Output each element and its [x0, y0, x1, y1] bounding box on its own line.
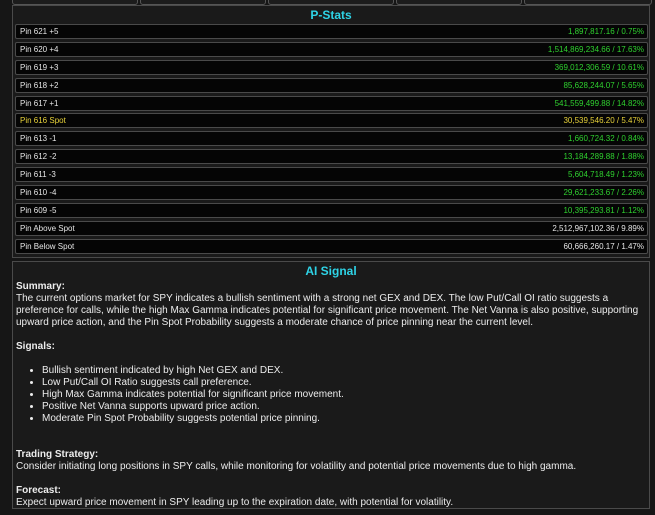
- pin-label: Pin 617 +1: [20, 98, 59, 108]
- pin-value: 1,514,869,234.66 / 17.63%: [547, 44, 644, 54]
- pin-value: 2,512,967,102.36 / 9.89%: [552, 223, 644, 233]
- pin-row: Pin 621 +5 1,897,817.16 / 0.75%: [15, 24, 648, 39]
- signal-item: Positive Net Vanna supports upward price…: [42, 401, 646, 413]
- pin-row: Pin 619 +3 369,012,306.59 / 10.61%: [15, 59, 648, 75]
- pin-label: Pin 616 Spot: [20, 116, 66, 126]
- signal-item: High Max Gamma indicates potential for s…: [42, 389, 646, 401]
- pin-label: Pin Below Spot: [20, 241, 75, 251]
- ai-signal-body: Summary: The current options market for …: [16, 281, 646, 509]
- pin-value: 5,604,718.49 / 1.23%: [567, 170, 644, 180]
- pstats-panel: P-Stats Pin 621 +5 1,897,817.16 / 0.75% P…: [12, 5, 650, 258]
- pin-row: Pin 613 -1 1,660,724.32 / 0.84%: [15, 131, 648, 147]
- pin-value: 1,660,724.32 / 0.84%: [567, 134, 644, 144]
- summary-heading: Summary:: [16, 281, 65, 292]
- strategy-heading: Trading Strategy:: [16, 449, 99, 460]
- pin-label: Pin 612 -2: [20, 152, 57, 162]
- pin-row: Pin 620 +4 1,514,869,234.66 / 17.63%: [15, 41, 648, 57]
- pin-label: Pin Above Spot: [20, 223, 75, 233]
- pin-value: 85,628,244.07 / 5.65%: [563, 80, 644, 90]
- pin-row: Pin 611 -3 5,604,718.49 / 1.23%: [15, 167, 648, 183]
- pin-label: Pin 621 +5: [20, 27, 59, 36]
- forecast-text: Expect upward price movement in SPY lead…: [16, 497, 454, 508]
- signal-item: Low Put/Call OI Ratio suggests call pref…: [42, 377, 646, 389]
- pin-below-row: Pin Below Spot 60,666,260.17 / 1.47%: [15, 238, 648, 254]
- pin-above-row: Pin Above Spot 2,512,967,102.36 / 9.89%: [15, 220, 648, 236]
- pin-row: Pin 618 +2 85,628,244.07 / 5.65%: [15, 77, 648, 93]
- top-tab-strip: [0, 0, 655, 5]
- pin-label: Pin 611 -3: [20, 170, 56, 180]
- pin-value: 369,012,306.59 / 10.61%: [554, 62, 644, 72]
- strategy-text: Consider initiating long positions in SP…: [16, 461, 577, 472]
- signals-heading: Signals:: [16, 341, 55, 352]
- pin-label: Pin 609 -5: [20, 205, 57, 215]
- forecast-heading: Forecast:: [16, 485, 62, 496]
- pstats-title: P-Stats: [310, 8, 352, 22]
- summary-text: The current options market for SPY indic…: [16, 293, 639, 328]
- pstats-rows: Pin 621 +5 1,897,817.16 / 0.75% Pin 620 +…: [15, 24, 648, 257]
- pin-value: 30,539,546.20 / 5.47%: [563, 116, 644, 126]
- pin-label: Pin 610 -4: [20, 188, 57, 198]
- pin-value: 13,184,289.88 / 1.88%: [563, 152, 644, 162]
- pin-value: 10,395,293.81 / 1.12%: [563, 205, 644, 215]
- pin-label: Pin 619 +3: [20, 62, 59, 72]
- signals-list: Bullish sentiment indicated by high Net …: [16, 365, 646, 425]
- pin-spot-row: Pin 616 Spot 30,539,546.20 / 5.47%: [15, 113, 648, 129]
- pin-row: Pin 610 -4 29,621,233.67 / 2.26%: [15, 185, 648, 201]
- pin-row: Pin 609 -5 10,395,293.81 / 1.12%: [15, 202, 648, 218]
- pin-value: 29,621,233.67 / 2.26%: [563, 188, 644, 198]
- pin-row: Pin 612 -2 13,184,289.88 / 1.88%: [15, 149, 648, 165]
- signal-item: Moderate Pin Spot Probability suggests p…: [42, 413, 646, 425]
- pin-value: 60,666,260.17 / 1.47%: [563, 241, 644, 251]
- pin-value: 541,559,499.88 / 14.82%: [554, 98, 644, 108]
- signal-item: Bullish sentiment indicated by high Net …: [42, 365, 646, 377]
- ai-signal-title: AI Signal: [305, 264, 357, 278]
- ai-signal-panel: AI Signal Summary: The current options m…: [12, 261, 650, 509]
- pin-row: Pin 617 +1 541,559,499.88 / 14.82%: [15, 95, 648, 111]
- pin-label: Pin 618 +2: [20, 80, 59, 90]
- pin-value: 1,897,817.16 / 0.75%: [567, 27, 644, 36]
- pin-label: Pin 613 -1: [20, 134, 57, 144]
- pin-label: Pin 620 +4: [20, 44, 59, 54]
